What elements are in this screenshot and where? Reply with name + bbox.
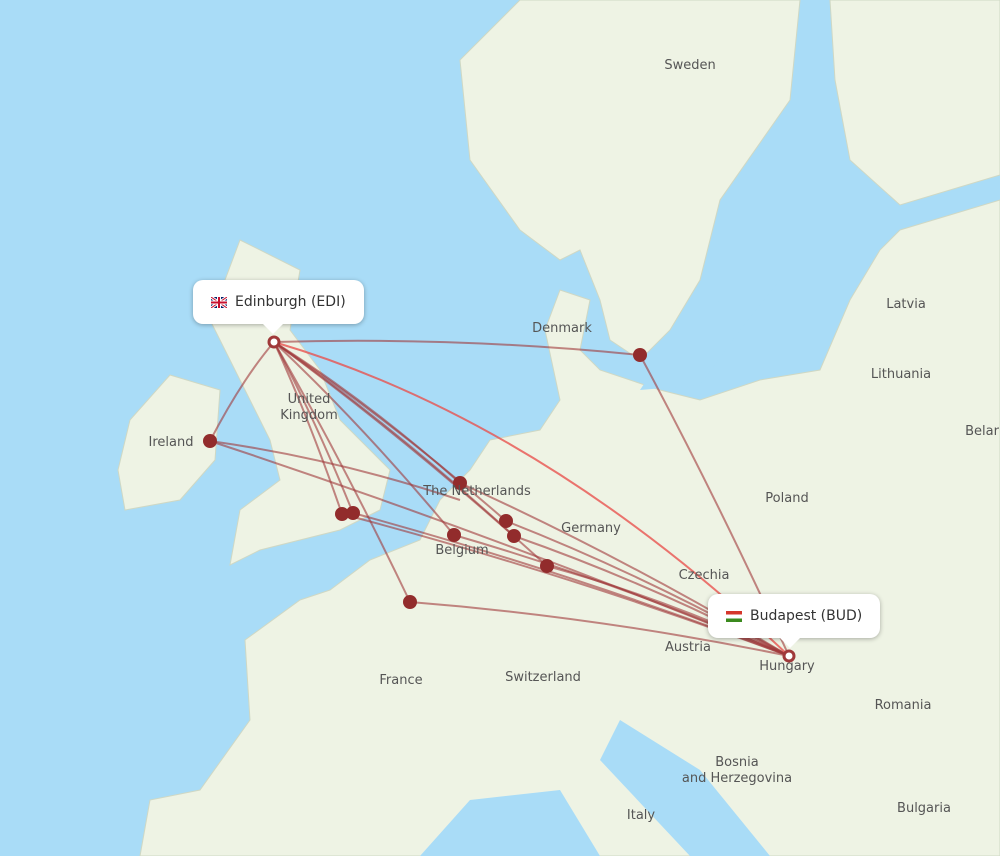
origin-label: Edinburgh (EDI)	[235, 294, 346, 310]
stopover-dot[interactable]	[499, 514, 513, 528]
place-label: Lithuania	[870, 367, 932, 382]
place-label: Romania	[874, 698, 932, 713]
place-label: Hungary	[759, 659, 815, 674]
stopover-dot[interactable]	[203, 434, 217, 448]
place-label: France	[379, 673, 423, 688]
place-label: Poland	[765, 491, 809, 506]
place-label: Czechia	[678, 568, 730, 583]
place-label: Sweden	[664, 58, 716, 73]
route-line	[273, 339, 641, 356]
place-label: Austria	[665, 640, 711, 655]
place-label: United Kingdom	[280, 392, 338, 423]
origin-callout[interactable]: Edinburgh (EDI)	[193, 280, 364, 334]
place-label: Ireland	[148, 435, 194, 450]
destination-label: Budapest (BUD)	[750, 608, 863, 624]
hungary-flag-icon	[726, 610, 742, 622]
destination-callout[interactable]: Budapest (BUD)	[708, 594, 881, 648]
land-finland	[829, 0, 1000, 206]
place-label: Belgium	[435, 543, 489, 558]
stopover-dot[interactable]	[403, 595, 417, 609]
place-label: Bosnia and Herzegovina	[681, 755, 793, 786]
origin-marker[interactable]	[267, 335, 281, 349]
place-label: Italy	[626, 808, 656, 823]
stopover-dot[interactable]	[447, 528, 461, 542]
map-canvas[interactable]	[0, 0, 1000, 856]
stopover-dot[interactable]	[633, 348, 647, 362]
uk-flag-icon	[211, 296, 227, 308]
place-label: Germany	[561, 521, 621, 536]
stopover-dot[interactable]	[346, 506, 360, 520]
place-label: Bulgaria	[897, 801, 951, 816]
stopover-dot[interactable]	[540, 559, 554, 573]
place-label: Switzerland	[505, 670, 581, 685]
stopover-dot[interactable]	[507, 529, 521, 543]
place-label: The Netherlands	[423, 484, 531, 499]
place-label: Denmark	[532, 321, 592, 336]
place-label: Belar	[965, 424, 999, 439]
land	[117, 0, 1000, 856]
place-label: Latvia	[886, 297, 926, 312]
